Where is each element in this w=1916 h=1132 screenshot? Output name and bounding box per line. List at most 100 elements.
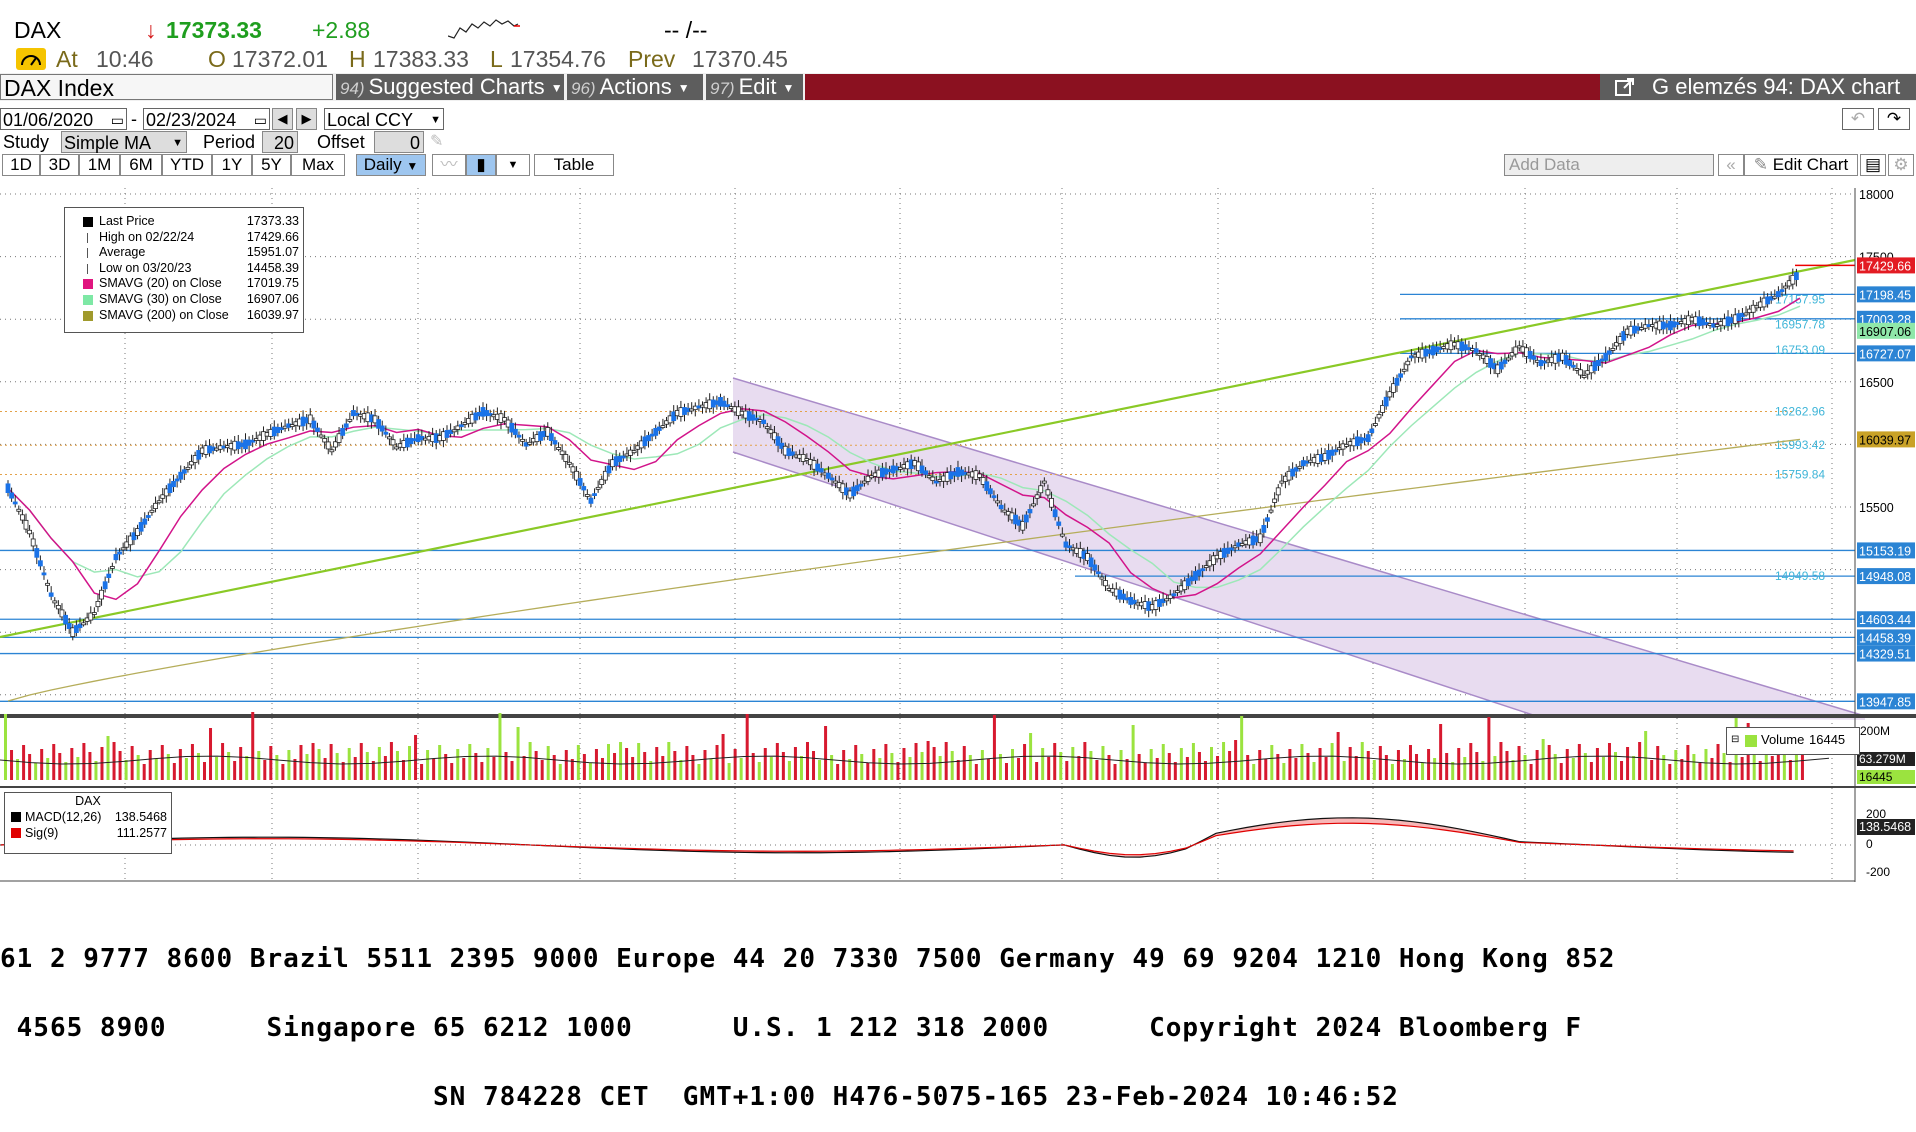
volume-bar	[715, 745, 719, 780]
legend-row[interactable]: Average 15951.07	[65, 245, 303, 261]
undo-icon[interactable]: ↶	[1842, 108, 1874, 130]
gauge-icon[interactable]	[16, 48, 46, 70]
candle	[1794, 272, 1799, 281]
range-button-max[interactable]: Max	[291, 154, 345, 176]
legend-row[interactable]: SMAVG (30) on Close 16907.06	[65, 292, 303, 308]
prev-value: 17370.45	[692, 46, 788, 72]
volume-bar	[172, 763, 176, 780]
edit-chart-button[interactable]: ✎ Edit Chart	[1744, 154, 1858, 176]
suggested-charts-menu[interactable]: 94) Suggested Charts ▼	[336, 74, 564, 100]
volume-bar	[10, 750, 14, 780]
candle	[1164, 598, 1170, 602]
study-value: Simple MA	[64, 133, 152, 153]
volume-bar	[1017, 758, 1021, 780]
candle	[5, 483, 11, 494]
scroll-right-button[interactable]: ▶	[296, 108, 317, 130]
menu-label: Actions	[599, 74, 672, 99]
candle	[142, 518, 148, 525]
line-chart-icon[interactable]: 〰	[432, 154, 466, 176]
volume-bar	[582, 754, 586, 780]
candle	[181, 469, 187, 474]
actions-menu[interactable]: 96) Actions ▼	[567, 74, 703, 100]
offset-field[interactable]: 0	[374, 131, 424, 153]
volume-bar	[1372, 760, 1376, 780]
volume-bar	[751, 753, 755, 780]
edit-menu[interactable]: 97) Edit ▼	[706, 74, 803, 100]
period-label: Period	[203, 132, 256, 152]
open-window-icon[interactable]	[1614, 76, 1636, 104]
candle	[451, 429, 457, 433]
legend-row[interactable]: Last Price 17373.33	[65, 214, 303, 230]
table-button[interactable]: Table	[534, 154, 614, 176]
period-field[interactable]: 20	[262, 131, 298, 153]
candle	[45, 582, 50, 586]
volume-bar	[739, 758, 743, 780]
study-select[interactable]: Simple MA ▼	[61, 131, 187, 153]
pencil-icon[interactable]: ✎	[430, 131, 443, 151]
volume-bar	[1258, 750, 1262, 780]
volume-bar	[251, 712, 255, 780]
collapse-icon[interactable]: ⊟	[1731, 728, 1739, 752]
range-button-6m[interactable]: 6M	[120, 154, 162, 176]
frequency-select[interactable]: Daily ▼	[356, 154, 426, 176]
candle	[102, 581, 108, 590]
axis-label: 16039.97	[1859, 433, 1911, 447]
volume-bar	[619, 742, 623, 780]
volume-bar	[1077, 756, 1081, 780]
volume-bar	[323, 758, 327, 780]
chart-legend[interactable]: Last Price 17373.33 High on 02/22/24 17429.…	[64, 207, 304, 333]
end-date-field[interactable]: 02/23/2024 ▭	[143, 108, 270, 130]
volume-bar	[215, 757, 219, 780]
chart-title-bar[interactable]: G elemzés 94: DAX chart	[1600, 74, 1916, 100]
axis-label: 18000	[1859, 188, 1894, 202]
range-button-1m[interactable]: 1M	[79, 154, 120, 176]
candle	[761, 419, 767, 425]
double-chevron-left-icon[interactable]: «	[1718, 154, 1744, 176]
menu-number: 96)	[571, 79, 596, 98]
scroll-left-button[interactable]: ◀	[272, 108, 293, 130]
footer-ticker: 61 2 9777 8600 Brazil 5511 2395 9000 Eur…	[0, 902, 1916, 1110]
volume-bar	[1216, 756, 1220, 780]
volume-bar	[1686, 745, 1690, 780]
volume-bar	[540, 760, 544, 780]
range-button-ytd[interactable]: YTD	[162, 154, 212, 176]
volume-bar	[257, 751, 261, 780]
legend-row[interactable]: High on 02/22/24 17429.66	[65, 230, 303, 246]
gear-icon[interactable]: ⚙	[1888, 154, 1914, 176]
start-date-field[interactable]: 01/06/2020 ▭	[0, 108, 127, 130]
volume-bar	[106, 736, 110, 780]
volume-bar	[1143, 763, 1147, 780]
candle	[1261, 525, 1267, 533]
volume-bar	[275, 755, 279, 780]
legend-label: SMAVG (200) on Close	[99, 307, 229, 322]
add-data-input[interactable]: Add Data	[1504, 154, 1714, 176]
security-field[interactable]: DAX Index	[0, 74, 333, 101]
legend-row[interactable]: SMAVG (20) on Close 17019.75	[65, 276, 303, 292]
chart-settings-icon[interactable]: ▤	[1860, 154, 1886, 176]
range-button-1y[interactable]: 1Y	[212, 154, 252, 176]
currency-select[interactable]: Local CCY ▼	[324, 108, 444, 130]
candle-chart-icon[interactable]: ▮	[466, 154, 496, 176]
volume-bar	[142, 764, 146, 780]
legend-marker-icon	[87, 263, 89, 274]
redo-icon[interactable]: ↷	[1878, 108, 1910, 130]
legend-row[interactable]: SMAVG (200) on Close 16039.97	[65, 308, 303, 324]
volume-bar	[184, 758, 188, 780]
legend-label: Sig(9)	[25, 826, 59, 840]
range-button-1d[interactable]: 1D	[2, 154, 40, 176]
caret-down-icon: ▼	[550, 81, 563, 96]
macd-tick: 0	[1866, 837, 1873, 851]
calendar-icon[interactable]: ▭	[111, 109, 124, 131]
candle	[923, 470, 928, 475]
range-button-5y[interactable]: 5Y	[252, 154, 291, 176]
candle	[99, 589, 104, 600]
chart-type-caret[interactable]: ▼	[496, 154, 530, 176]
volume-bar	[1191, 743, 1195, 780]
candle	[660, 425, 666, 429]
range-button-3d[interactable]: 3D	[40, 154, 79, 176]
volume-bar	[812, 751, 816, 780]
calendar-icon[interactable]: ▭	[254, 109, 267, 131]
legend-row[interactable]: Low on 03/20/23 14458.39	[65, 261, 303, 277]
volume-bar	[46, 758, 50, 780]
axis-label: 16500	[1859, 376, 1894, 390]
